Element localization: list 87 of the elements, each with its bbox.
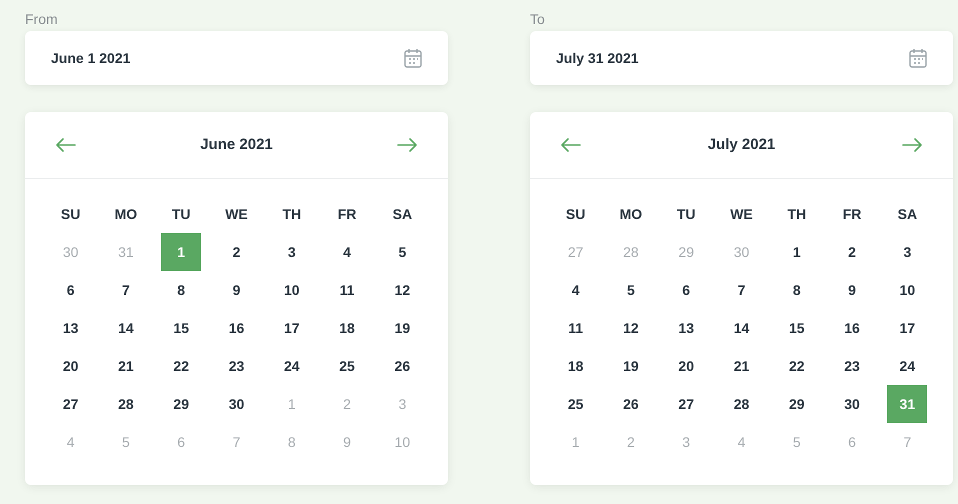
day-cell[interactable]: 26 <box>382 347 422 385</box>
weekday-header: MO <box>114 204 138 224</box>
day-cell[interactable]: 8 <box>161 271 202 309</box>
day-cell[interactable]: 7 <box>721 271 762 309</box>
day-cell[interactable]: 27 <box>50 385 91 423</box>
day-cell[interactable]: 24 <box>272 347 312 385</box>
field-label: From <box>25 10 59 29</box>
arrow-right-icon <box>396 137 418 153</box>
day-cell[interactable]: 7 <box>106 271 146 309</box>
day-cell[interactable]: 27 <box>666 385 706 423</box>
day-cell[interactable]: 14 <box>721 309 762 347</box>
weekday-header: SU <box>60 204 80 224</box>
weekday-header: WE <box>730 204 753 224</box>
weekday-header: SA <box>898 204 918 224</box>
day-cell[interactable]: 30 <box>216 385 256 423</box>
day-cell[interactable]: 12 <box>610 309 651 347</box>
day-cell[interactable]: 21 <box>106 347 146 385</box>
day-cell[interactable]: 30 <box>832 385 872 423</box>
day-cell[interactable]: 2 <box>216 233 256 271</box>
day-cell[interactable]: 22 <box>776 347 817 385</box>
month-title: June 2021 <box>200 134 273 155</box>
day-cell[interactable]: 6 <box>50 271 91 309</box>
weekday-header: TU <box>172 204 191 224</box>
arrow-right-icon <box>901 137 923 153</box>
day-cell[interactable]: 25 <box>556 385 596 423</box>
day-cell[interactable]: 28 <box>106 385 146 423</box>
day-cell[interactable]: 9 <box>216 271 256 309</box>
weekday-header: TH <box>787 204 806 224</box>
day-cell[interactable]: 16 <box>832 309 872 347</box>
day-cell[interactable]: 28 <box>721 385 762 423</box>
date-input[interactable]: July 31 2021 <box>530 31 953 85</box>
day-cell[interactable]: 29 <box>776 385 817 423</box>
date-input[interactable]: June 1 2021 <box>25 31 448 85</box>
date-value: July 31 2021 <box>556 48 639 68</box>
day-cell[interactable]: 3 <box>272 233 312 271</box>
day-cell[interactable]: 25 <box>327 347 368 385</box>
day-cell[interactable]: 21 <box>721 347 762 385</box>
calendar-icon <box>404 48 422 68</box>
day-cell[interactable]: 1 <box>776 233 817 271</box>
calendar-icon <box>909 48 927 68</box>
day-cell[interactable]: 10 <box>272 271 312 309</box>
weekday-header: TH <box>282 204 302 224</box>
day-cell[interactable]: 11 <box>327 271 368 309</box>
weekday-header: SU <box>566 204 586 224</box>
day-cell[interactable]: 4 <box>327 233 368 271</box>
day-cell[interactable]: 17 <box>272 309 312 347</box>
month-title: July 2021 <box>708 134 776 155</box>
day-cell[interactable]: 24 <box>887 347 928 385</box>
day-cell[interactable]: 16 <box>216 309 256 347</box>
day-cell[interactable]: 8 <box>776 271 817 309</box>
weekday-header: SA <box>392 204 412 224</box>
field-label: To <box>530 10 546 29</box>
day-cell[interactable]: 2 <box>832 233 872 271</box>
day-cell[interactable]: 13 <box>50 309 91 347</box>
day-cell[interactable]: 20 <box>50 347 91 385</box>
arrow-left-icon <box>55 137 77 153</box>
weekday-header: WE <box>225 204 248 224</box>
day-cell[interactable]: 11 <box>556 309 596 347</box>
day-cell[interactable]: 9 <box>832 271 872 309</box>
day-cell[interactable]: 5 <box>610 271 651 309</box>
day-cell[interactable]: 19 <box>382 309 422 347</box>
day-cell[interactable]: 23 <box>216 347 256 385</box>
weekday-header: MO <box>620 204 642 224</box>
day-cell[interactable]: 15 <box>161 309 202 347</box>
day-cell[interactable]: 6 <box>666 271 706 309</box>
day-cell[interactable]: 17 <box>887 309 928 347</box>
day-cell[interactable]: 29 <box>161 385 202 423</box>
arrow-left-icon <box>560 137 582 153</box>
day-cell[interactable]: 20 <box>666 347 706 385</box>
day-cell[interactable]: 22 <box>161 347 202 385</box>
day-cell[interactable]: 15 <box>776 309 817 347</box>
day-cell[interactable]: 5 <box>382 233 422 271</box>
day-cell[interactable]: 26 <box>610 385 651 423</box>
weekday-header: FR <box>338 204 356 224</box>
day-cell[interactable]: 23 <box>832 347 872 385</box>
weekday-header: FR <box>842 204 862 224</box>
day-cell[interactable]: 3 <box>887 233 928 271</box>
date-value: June 1 2021 <box>51 48 130 68</box>
day-cell[interactable]: 19 <box>610 347 651 385</box>
day-cell[interactable]: 12 <box>382 271 422 309</box>
day-cell[interactable]: 18 <box>556 347 596 385</box>
day-cell[interactable]: 18 <box>327 309 368 347</box>
day-cell[interactable]: 4 <box>556 271 596 309</box>
day-cell[interactable]: 13 <box>666 309 706 347</box>
weekday-header: TU <box>676 204 696 224</box>
day-cell[interactable]: 10 <box>887 271 928 309</box>
day-cell[interactable]: 14 <box>106 309 146 347</box>
